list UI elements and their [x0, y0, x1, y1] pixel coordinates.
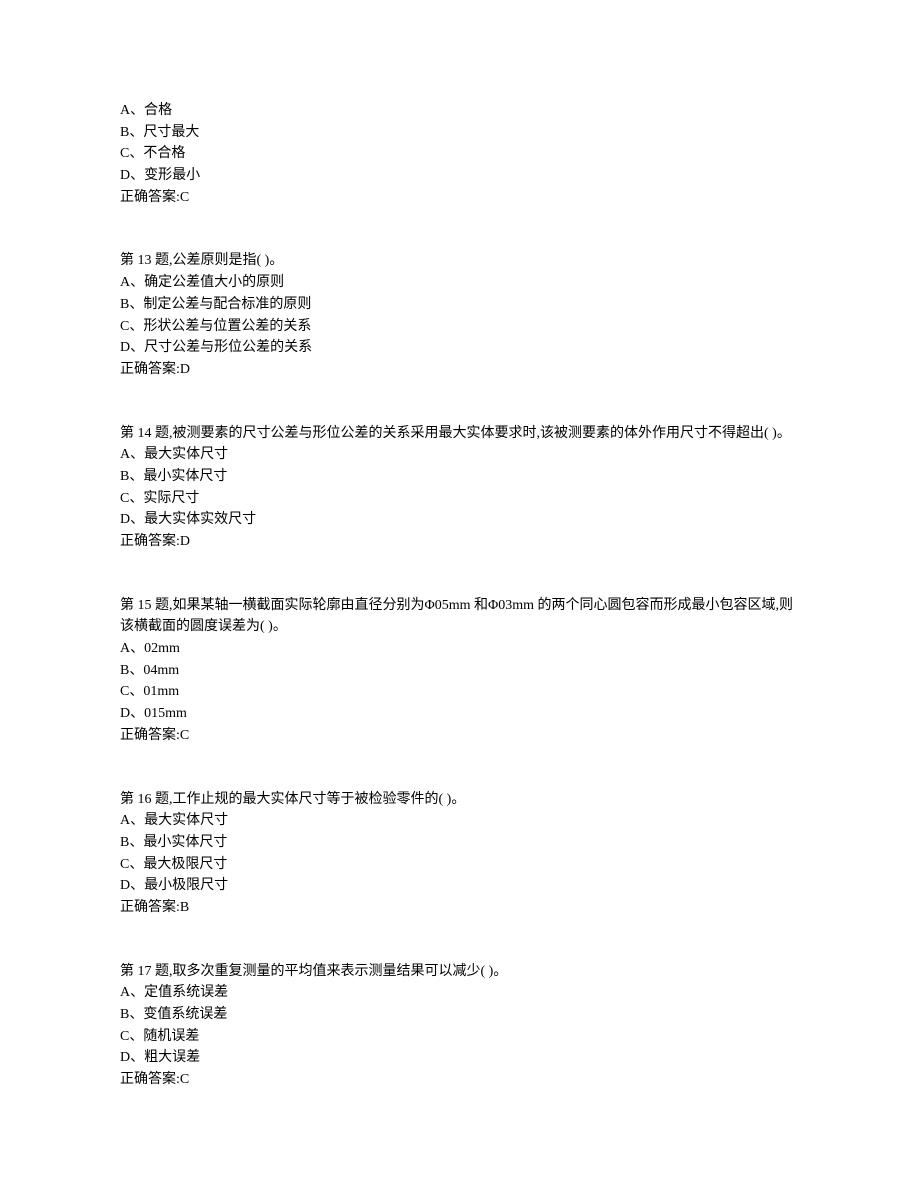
text-line: A、最大实体尺寸 — [120, 444, 800, 466]
text-line: 正确答案:C — [120, 187, 800, 209]
text-line: C、最大极限尺寸 — [120, 854, 800, 876]
question-block: 第 16 题,工作止规的最大实体尺寸等于被检验零件的( )。A、最大实体尺寸B、… — [120, 789, 800, 919]
question-block: 第 13 题,公差原则是指( )。A、确定公差值大小的原则B、制定公差与配合标准… — [120, 250, 800, 380]
text-line: C、不合格 — [120, 143, 800, 165]
text-line: B、制定公差与配合标准的原则 — [120, 294, 800, 316]
text-line: 正确答案:B — [120, 897, 800, 919]
question-block: 第 15 题,如果某轴一横截面实际轮廓由直径分别为Φ05mm 和Φ03mm 的两… — [120, 595, 800, 747]
text-line: D、最大实体实效尺寸 — [120, 509, 800, 531]
text-line: 第 15 题,如果某轴一横截面实际轮廓由直径分别为Φ05mm 和Φ03mm 的两… — [120, 595, 800, 638]
text-line: A、定值系统误差 — [120, 982, 800, 1004]
text-line: A、02mm — [120, 638, 800, 660]
text-line: C、随机误差 — [120, 1026, 800, 1048]
text-line: 正确答案:C — [120, 725, 800, 747]
text-line: B、尺寸最大 — [120, 122, 800, 144]
text-line: D、粗大误差 — [120, 1047, 800, 1069]
text-line: 第 17 题,取多次重复测量的平均值来表示测量结果可以减少( )。 — [120, 961, 800, 983]
text-line: D、最小极限尺寸 — [120, 875, 800, 897]
text-line: A、合格 — [120, 100, 800, 122]
text-line: D、变形最小 — [120, 165, 800, 187]
text-line: A、确定公差值大小的原则 — [120, 272, 800, 294]
text-line: A、最大实体尺寸 — [120, 810, 800, 832]
text-line: B、最小实体尺寸 — [120, 466, 800, 488]
text-line: 正确答案:D — [120, 531, 800, 553]
text-line: C、01mm — [120, 681, 800, 703]
document-content: A、合格B、尺寸最大C、不合格D、变形最小正确答案:C 第 13 题,公差原则是指… — [120, 100, 800, 1091]
text-line: 第 13 题,公差原则是指( )。 — [120, 250, 800, 272]
text-line: D、尺寸公差与形位公差的关系 — [120, 337, 800, 359]
text-line: B、变值系统误差 — [120, 1004, 800, 1026]
text-line: C、实际尺寸 — [120, 488, 800, 510]
text-line: C、形状公差与位置公差的关系 — [120, 316, 800, 338]
text-line: B、04mm — [120, 660, 800, 682]
text-line: 第 14 题,被测要素的尺寸公差与形位公差的关系采用最大实体要求时,该被测要素的… — [120, 423, 800, 445]
text-line: D、015mm — [120, 703, 800, 725]
text-line: 第 16 题,工作止规的最大实体尺寸等于被检验零件的( )。 — [120, 789, 800, 811]
text-line: B、最小实体尺寸 — [120, 832, 800, 854]
question-block: 第 17 题,取多次重复测量的平均值来表示测量结果可以减少( )。A、定值系统误… — [120, 961, 800, 1091]
text-line: 正确答案:C — [120, 1069, 800, 1091]
question-block: A、合格B、尺寸最大C、不合格D、变形最小正确答案:C — [120, 100, 800, 208]
question-block: 第 14 题,被测要素的尺寸公差与形位公差的关系采用最大实体要求时,该被测要素的… — [120, 423, 800, 553]
text-line: 正确答案:D — [120, 359, 800, 381]
